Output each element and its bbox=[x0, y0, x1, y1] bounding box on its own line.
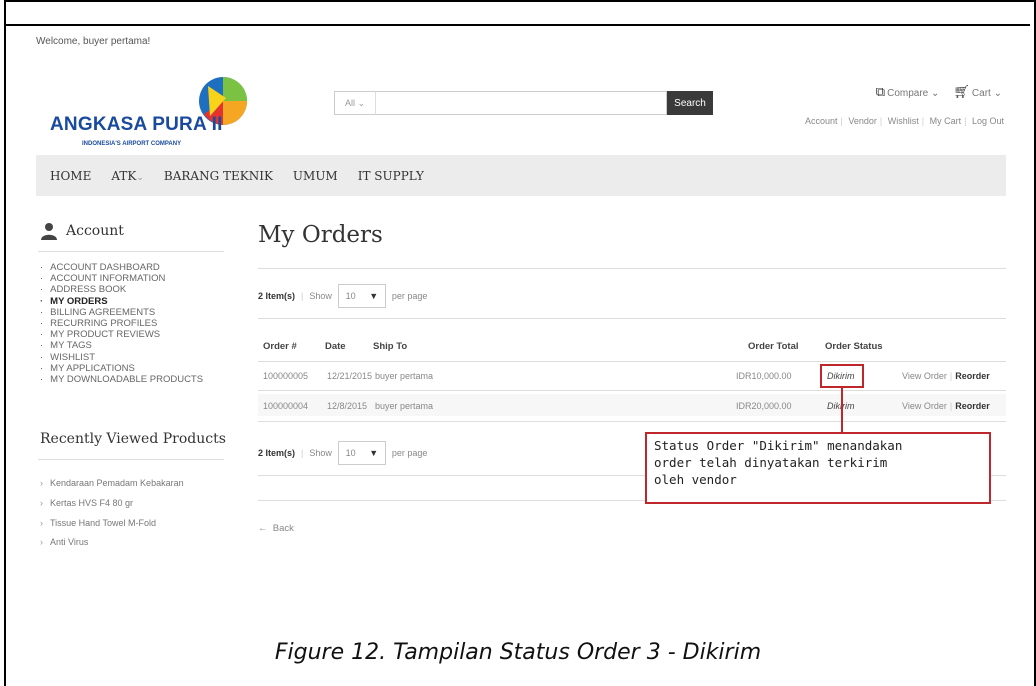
sidebar-item-billing-agreements[interactable]: BILLING AGREEMENTS bbox=[40, 307, 203, 318]
chevron-down-icon: ⌄ bbox=[357, 97, 366, 108]
order-total: IDR10,000.00 bbox=[736, 371, 792, 381]
table-row: 100000004 12/8/2015 buyer pertama IDR20,… bbox=[258, 394, 1006, 416]
wishlist-link[interactable]: Wishlist bbox=[888, 116, 919, 126]
annotation-callout: Status Order "Dikirim" menandakan order … bbox=[645, 432, 991, 504]
search-bar: All ⌄ Search bbox=[334, 91, 713, 115]
divider bbox=[258, 390, 1006, 391]
order-date: 12/21/2015 bbox=[327, 371, 373, 381]
sidebar-item-account-dashboard[interactable]: ACCOUNT DASHBOARD bbox=[40, 262, 203, 273]
nav-it-supply[interactable]: IT SUPPLY bbox=[358, 169, 424, 183]
compare-link[interactable]: ⧉ Compare ⌄ bbox=[876, 84, 940, 100]
row-actions: View Order | Reorder bbox=[902, 371, 990, 381]
ship-to: buyer pertama bbox=[375, 371, 434, 381]
row-actions: View Order | Reorder bbox=[902, 401, 990, 411]
divider bbox=[38, 251, 224, 252]
account-links: Account | Vendor | Wishlist | My Cart | Log … bbox=[804, 116, 1004, 126]
logout-link[interactable]: Log Out bbox=[972, 116, 1004, 126]
sidebar-item-my-tags[interactable]: MY TAGS bbox=[40, 340, 203, 351]
divider bbox=[258, 318, 1006, 319]
view-order-link[interactable]: View Order bbox=[902, 371, 947, 381]
divider bbox=[258, 361, 1006, 362]
vendor-link[interactable]: Vendor bbox=[848, 116, 877, 126]
recently-viewed-title: Recently Viewed Products bbox=[40, 431, 226, 447]
caret-down-icon: ▼ bbox=[369, 448, 379, 458]
sidebar-item-my-applications[interactable]: MY APPLICATIONS bbox=[40, 363, 203, 374]
logo-brand-text: ANGKASA PURA II bbox=[50, 114, 223, 135]
welcome-message: Welcome, buyer pertama! bbox=[36, 36, 151, 47]
sidebar-item-product-reviews[interactable]: MY PRODUCT REVIEWS bbox=[40, 329, 203, 340]
divider bbox=[38, 459, 224, 460]
chevron-down-icon: ⌄ bbox=[136, 172, 144, 183]
recently-viewed-list: Kendaraan Pemadam Kebakaran Kertas HVS F… bbox=[40, 474, 184, 553]
order-total: IDR20,000.00 bbox=[736, 401, 792, 411]
order-number: 100000004 bbox=[263, 401, 309, 411]
pager-top: 2 Item(s) | Show 10 ▼ per page bbox=[258, 284, 427, 308]
arrow-left-icon: ← bbox=[258, 523, 268, 534]
list-item[interactable]: Tissue Hand Towel M-Fold bbox=[40, 514, 184, 534]
col-header-ship-to: Ship To bbox=[373, 341, 408, 352]
nav-atk[interactable]: ATK⌄ bbox=[111, 169, 144, 183]
search-category-select[interactable]: All ⌄ bbox=[334, 91, 375, 115]
table-row: 100000005 12/21/2015 buyer pertama IDR10… bbox=[258, 364, 1006, 386]
sidebar-item-address-book[interactable]: ADDRESS BOOK bbox=[40, 284, 203, 295]
header-toplinks: ⧉ Compare ⌄ 🛒︎ Cart ⌄ bbox=[876, 84, 1002, 100]
user-icon bbox=[41, 223, 57, 240]
caret-down-icon: ▼ bbox=[369, 291, 379, 301]
compare-icon: ⧉ bbox=[875, 84, 886, 99]
divider bbox=[258, 421, 1006, 422]
sidebar-item-downloadable-products[interactable]: MY DOWNLOADABLE PRODUCTS bbox=[40, 374, 203, 385]
col-header-order-status: Order Status bbox=[825, 341, 883, 352]
page-title: My Orders bbox=[258, 222, 383, 248]
callout-connector bbox=[841, 388, 843, 432]
list-item[interactable]: Anti Virus bbox=[40, 533, 184, 553]
account-link[interactable]: Account bbox=[805, 116, 838, 126]
col-header-date: Date bbox=[325, 341, 346, 352]
sidebar-item-account-information[interactable]: ACCOUNT INFORMATION bbox=[40, 273, 203, 284]
cart-link[interactable]: 🛒︎ Cart ⌄ bbox=[953, 84, 1002, 100]
item-count: 2 Item(s) bbox=[258, 291, 296, 301]
status-highlight-box bbox=[820, 364, 864, 388]
sidebar-title: Account bbox=[40, 222, 124, 240]
item-count: 2 Item(s) bbox=[258, 448, 296, 458]
per-page-select[interactable]: 10 ▼ bbox=[337, 441, 386, 465]
search-input[interactable] bbox=[375, 91, 667, 115]
sidebar-item-wishlist[interactable]: WISHLIST bbox=[40, 352, 203, 363]
site-logo[interactable]: ANGKASA PURA II INDONESIA'S AIRPORT COMP… bbox=[50, 76, 260, 151]
figure-caption: Figure 12. Tampilan Status Order 3 - Dik… bbox=[274, 640, 762, 665]
order-number: 100000005 bbox=[263, 371, 309, 381]
ship-to: buyer pertama bbox=[375, 401, 434, 411]
chevron-down-icon: ⌄ bbox=[993, 88, 1002, 99]
cart-icon: 🛒︎ bbox=[953, 84, 970, 99]
list-item[interactable]: Kendaraan Pemadam Kebakaran bbox=[40, 474, 184, 494]
col-header-order-total: Order Total bbox=[748, 341, 799, 352]
main-navigation: HOME ATK⌄ BARANG TEKNIK UMUM IT SUPPLY bbox=[36, 155, 1006, 196]
chevron-down-icon: ⌄ bbox=[931, 88, 940, 99]
nav-home[interactable]: HOME bbox=[50, 169, 91, 183]
reorder-link[interactable]: Reorder bbox=[955, 371, 990, 381]
back-link[interactable]: ← Back bbox=[258, 523, 294, 534]
nav-barang-teknik[interactable]: BARANG TEKNIK bbox=[164, 169, 273, 183]
search-button[interactable]: Search bbox=[667, 91, 713, 115]
per-page-select[interactable]: 10 ▼ bbox=[337, 284, 386, 308]
order-date: 12/8/2015 bbox=[327, 401, 368, 411]
nav-umum[interactable]: UMUM bbox=[293, 169, 338, 183]
sidebar-item-recurring-profiles[interactable]: RECURRING PROFILES bbox=[40, 318, 203, 329]
pager-bottom: 2 Item(s) | Show 10 ▼ per page bbox=[258, 441, 427, 465]
col-header-order: Order # bbox=[263, 341, 297, 352]
view-order-link[interactable]: View Order bbox=[902, 401, 947, 411]
reorder-link[interactable]: Reorder bbox=[955, 401, 990, 411]
list-item[interactable]: Kertas HVS F4 80 gr bbox=[40, 494, 184, 514]
sidebar-item-my-orders[interactable]: MY ORDERS bbox=[40, 296, 203, 307]
frame-top-line bbox=[6, 24, 1030, 26]
my-cart-link[interactable]: My Cart bbox=[930, 116, 962, 126]
logo-tagline: INDONESIA'S AIRPORT COMPANY bbox=[82, 141, 182, 147]
divider bbox=[258, 268, 1006, 269]
account-menu: ACCOUNT DASHBOARD ACCOUNT INFORMATION AD… bbox=[40, 262, 203, 385]
